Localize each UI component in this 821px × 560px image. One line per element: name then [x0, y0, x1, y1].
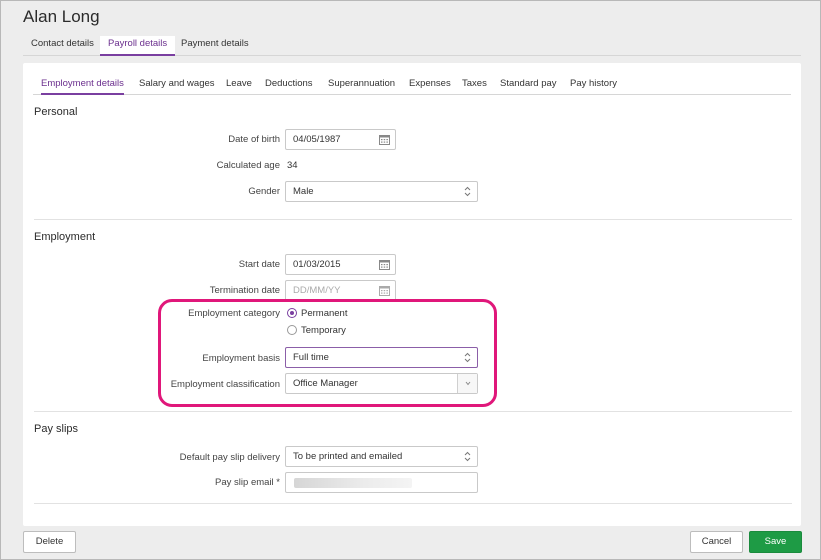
chevron-down-icon	[465, 381, 471, 386]
page-title: Alan Long	[23, 7, 100, 26]
select-arrows-icon	[464, 451, 471, 462]
gender-select[interactable]: Male	[285, 181, 478, 202]
cancel-button[interactable]: Cancel	[690, 531, 743, 553]
section-pay-slips-heading: Pay slips	[34, 423, 79, 435]
subtab-leave[interactable]: Leave	[226, 77, 252, 95]
save-button[interactable]: Save	[749, 531, 802, 553]
sub-tab-bar: Employment details Salary and wages Leav…	[33, 75, 791, 95]
section-divider	[34, 503, 792, 504]
subtab-employment-details[interactable]: Employment details	[41, 77, 124, 95]
subtab-pay-history[interactable]: Pay history	[570, 77, 617, 95]
termination-date-label: Termination date	[209, 285, 280, 296]
pay-slip-delivery-value: To be printed and emailed	[293, 451, 403, 462]
employment-classification-label: Employment classification	[170, 379, 280, 390]
top-tab-bar: Contact details Payroll details Payment …	[23, 36, 801, 56]
delete-button[interactable]: Delete	[23, 531, 76, 553]
tab-contact-details[interactable]: Contact details	[23, 36, 102, 56]
calendar-icon[interactable]	[379, 285, 390, 296]
section-personal-heading: Personal	[34, 106, 78, 118]
radio-temporary[interactable]	[287, 325, 297, 335]
section-employment-heading: Employment	[34, 231, 96, 243]
radio-permanent[interactable]	[287, 308, 297, 318]
pay-slip-email-field[interactable]	[285, 472, 478, 493]
section-divider	[34, 219, 792, 220]
employment-category-label: Employment category	[188, 308, 280, 319]
pay-slip-email-label: Pay slip email *	[215, 477, 280, 488]
subtab-superannuation[interactable]: Superannuation	[328, 77, 395, 95]
calendar-icon[interactable]	[379, 134, 390, 145]
dob-field[interactable]: 04/05/1987	[285, 129, 396, 150]
redacted-email	[294, 478, 412, 488]
employment-classification-value: Office Manager	[293, 378, 358, 389]
subtab-standard-pay[interactable]: Standard pay	[500, 77, 557, 95]
employment-basis-value: Full time	[293, 352, 329, 363]
combobox-dropdown-button[interactable]	[457, 374, 477, 393]
tab-payment-details[interactable]: Payment details	[173, 36, 257, 56]
start-date-value: 01/03/2015	[293, 259, 341, 270]
termination-date-field[interactable]: DD/MM/YY	[285, 280, 396, 301]
age-label: Calculated age	[216, 160, 280, 171]
employment-basis-label: Employment basis	[202, 353, 280, 364]
pay-slip-delivery-select[interactable]: To be printed and emailed	[285, 446, 478, 467]
employment-details-panel: Employment details Salary and wages Leav…	[23, 63, 801, 526]
start-date-field[interactable]: 01/03/2015	[285, 254, 396, 275]
employment-basis-select[interactable]: Full time	[285, 347, 478, 368]
employment-classification-combobox[interactable]: Office Manager	[285, 373, 478, 394]
gender-value: Male	[293, 186, 314, 197]
gender-label: Gender	[248, 186, 280, 197]
radio-temporary-label[interactable]: Temporary	[301, 325, 346, 336]
window: Alan Long Contact details Payroll detail…	[0, 0, 821, 560]
subtab-deductions[interactable]: Deductions	[265, 77, 313, 95]
tab-payroll-details[interactable]: Payroll details	[100, 36, 176, 56]
subtab-salary-and-wages[interactable]: Salary and wages	[139, 77, 215, 95]
radio-permanent-label[interactable]: Permanent	[301, 308, 347, 319]
start-date-label: Start date	[238, 259, 280, 270]
select-arrows-icon	[464, 352, 471, 363]
age-value: 34	[287, 160, 298, 171]
dob-value: 04/05/1987	[293, 134, 341, 145]
subtab-taxes[interactable]: Taxes	[462, 77, 487, 95]
termination-date-placeholder: DD/MM/YY	[293, 285, 341, 296]
subtab-expenses[interactable]: Expenses	[409, 77, 451, 95]
select-arrows-icon	[464, 186, 471, 197]
dob-label: Date of birth	[228, 134, 280, 145]
pay-slip-delivery-label: Default pay slip delivery	[179, 452, 280, 463]
section-divider	[34, 411, 792, 412]
calendar-icon[interactable]	[379, 259, 390, 270]
